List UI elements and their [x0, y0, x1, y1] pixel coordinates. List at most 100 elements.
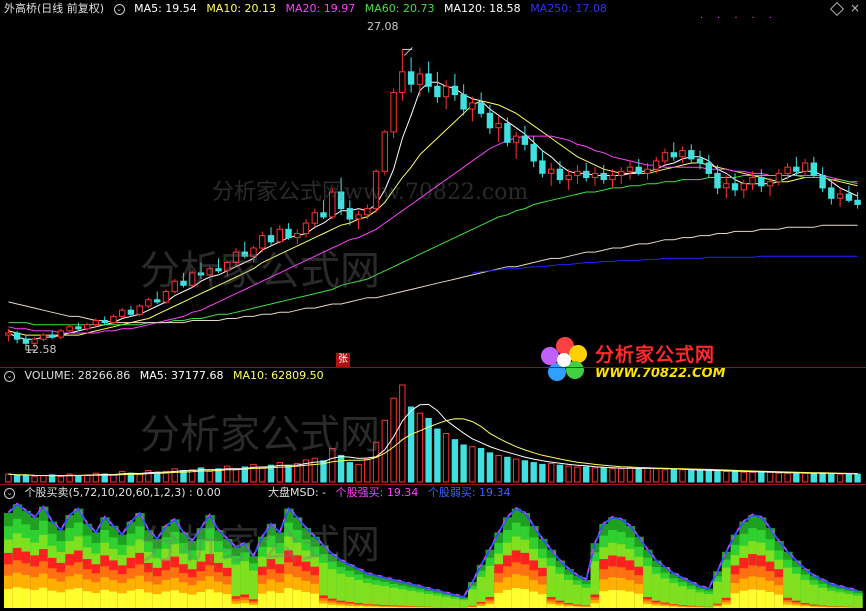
candle-body: [425, 73, 432, 87]
volume-bar: [84, 474, 91, 483]
candle-body: [758, 177, 765, 187]
indicator-band: [345, 605, 355, 608]
candle-body: [670, 152, 677, 158]
indicator-band: [126, 590, 136, 608]
candle-body: [407, 71, 415, 85]
volume-bar: [399, 384, 406, 483]
indicator-band: [573, 606, 583, 608]
indicator-band: [730, 593, 741, 608]
candle-body: [775, 172, 782, 183]
indicator-band: [354, 606, 364, 608]
indicator-band: [389, 607, 399, 608]
candle-body: [13, 332, 21, 340]
candle-body: [119, 309, 126, 317]
volume-value: VOLUME: 28266.86: [24, 369, 131, 382]
candle-body: [346, 208, 354, 220]
candle-body: [101, 320, 108, 324]
indicator-band: [581, 587, 592, 608]
volume-bar: [600, 467, 607, 483]
indicator-band: [643, 604, 653, 608]
indicator-band: [380, 607, 390, 608]
indicator-band: [835, 607, 846, 608]
indicator-band: [756, 589, 767, 608]
candle-body: [127, 309, 135, 315]
volume-bar: [644, 467, 651, 483]
watermark-main-top: 分析家公式网www.70822.com: [212, 180, 529, 205]
volume-bar: [784, 472, 791, 483]
candle-body: [57, 330, 65, 338]
site-logo: 分析家公式网 WWW.70822.COM: [537, 332, 737, 388]
stock-title[interactable]: 外高桥(日线 前复权): [4, 2, 104, 15]
high-price-label: 27.08: [367, 20, 399, 33]
candle-body: [513, 135, 520, 143]
collapse-icon[interactable]: ⌄: [4, 370, 15, 382]
volume-bar: [259, 467, 266, 483]
high-marker-arrow: [404, 47, 413, 56]
indicator-value: : 0.00: [189, 486, 221, 499]
indicator-band: [468, 589, 478, 608]
indicator-band: [739, 590, 749, 608]
candle-body: [285, 228, 292, 239]
volume-bar: [57, 476, 65, 483]
collapse-icon[interactable]: ⌄: [4, 487, 15, 499]
indicator-band: [415, 607, 425, 608]
volume-bar: [206, 470, 213, 483]
weak-buy: 个股弱买: 19.34: [427, 486, 511, 499]
indicator-band: [424, 594, 434, 608]
indicator-band: [468, 607, 478, 608]
strong-buy: 个股强买: 19.34: [335, 486, 419, 499]
indicator-band: [616, 590, 627, 608]
candle-body: [618, 170, 625, 176]
volume-bar: [451, 439, 459, 483]
volume-bar: [766, 471, 774, 483]
indicator-band: [625, 591, 635, 608]
indicator-band: [187, 594, 198, 608]
candle-body: [84, 324, 91, 330]
indicator-band: [47, 590, 58, 608]
indicator-band: [363, 606, 373, 608]
indicator-band: [380, 586, 390, 608]
indicator-band: [485, 604, 495, 608]
indicator-band: [4, 589, 14, 608]
volume-bar: [609, 468, 616, 483]
volume-bar: [13, 475, 21, 483]
volume-bar: [232, 469, 240, 483]
volume-bar: [521, 460, 529, 483]
indicator-band: [634, 593, 644, 608]
indicator-band: [249, 605, 259, 608]
indicator-band: [398, 607, 408, 608]
volume-bar: [836, 473, 844, 483]
volume-bar: [285, 465, 292, 483]
indicator-band: [678, 586, 688, 608]
indicator-band: [695, 607, 706, 608]
collapse-icon[interactable]: ⌄: [113, 3, 125, 15]
candle-body: [548, 168, 555, 174]
indicator-band: [765, 592, 776, 608]
ma120-label: MA120: 18.58: [443, 2, 521, 15]
indicator-band: [12, 587, 23, 608]
main-header: 外高桥(日线 前复权) ⌄ MA5: 19.54 MA10: 20.13 MA2…: [4, 1, 613, 17]
indicator-band: [520, 589, 530, 608]
indicator-band: [82, 591, 93, 608]
volume-ma10-line: [8, 418, 858, 477]
indicator-band: [581, 607, 592, 608]
candle-body: [145, 299, 152, 307]
indicator-band: [651, 605, 662, 608]
indicator-band: [511, 588, 522, 608]
indicator-band: [196, 592, 206, 608]
indicator-band: [257, 593, 268, 608]
candle-body: [784, 166, 791, 174]
candle-body: [486, 112, 494, 129]
close-icon[interactable]: ×: [850, 1, 860, 15]
ma60-label: MA60: 20.73: [364, 2, 435, 15]
indicator-band: [109, 591, 119, 608]
candle-body: [136, 305, 143, 315]
candle-body: [110, 315, 117, 324]
indicator-band: [275, 592, 285, 608]
watermark-main-big: 分析家公式网: [140, 248, 380, 294]
indicator-band: [135, 589, 145, 608]
indicator-band: [222, 594, 233, 608]
candle-body: [442, 85, 450, 98]
volume-bar: [854, 473, 861, 483]
candle-body: [521, 135, 529, 145]
